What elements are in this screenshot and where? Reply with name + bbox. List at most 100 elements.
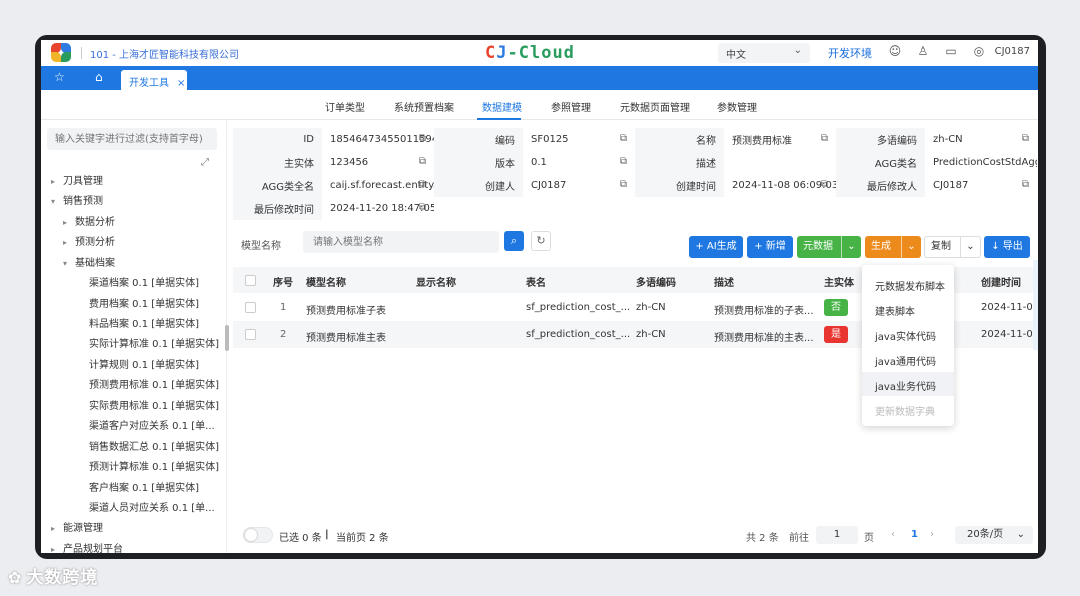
tab-dev-tools[interactable]: 开发工具 × [121,70,187,90]
home-icon[interactable]: ⌂ [95,70,103,84]
copy-icon[interactable]: ⧉ [419,133,426,144]
person-icon[interactable]: ♙ [915,44,931,58]
field-label: 最后修改人 [836,174,925,197]
reset-button[interactable]: ↻ [531,231,551,251]
menu-item-java-common[interactable]: java通用代码 [862,347,954,371]
tree-leaf[interactable]: 预测费用标准 0.1 [单据实体] [89,376,219,391]
tree-item[interactable]: ▸ 预测分析 [63,233,115,248]
page-jump-input[interactable]: 1 [816,526,858,544]
tree-item[interactable]: ▸ 能源管理 [51,519,103,534]
environment-label[interactable]: 开发环境 [828,45,872,61]
menu-item-create-table-script[interactable]: 建表脚本 [862,297,954,321]
select-toggle[interactable] [243,527,273,543]
chevron-down-icon[interactable]: ⌄ [901,236,921,258]
tree-leaf[interactable]: 计算规则 0.1 [单据实体] [89,356,199,371]
field-value-modified-time: 2024-11-20 18:47:05 ⧉ [322,197,434,220]
tree-item[interactable]: ▸ 刀具管理 [51,172,103,187]
model-name-input[interactable] [303,231,499,253]
prev-page-icon[interactable]: ‹ [891,529,895,540]
copy-icon[interactable]: ⧉ [419,202,426,213]
ai-generate-button[interactable]: + AI生成 [689,236,743,258]
tree-leaf[interactable]: 渠道档案 0.1 [单据实体] [89,274,199,289]
menu-item-java-business[interactable]: java业务代码 [862,372,954,396]
star-icon[interactable]: ☆ [54,70,65,84]
menu-item-java-entity[interactable]: java实体代码 [862,322,954,346]
tree-item[interactable]: ▾ 销售预测 [51,192,103,207]
company-name[interactable]: 101 - 上海才匠智能科技有限公司 [90,46,239,61]
top-navigation: 订单类型 系统预置档案 数据建模 参照管理 元数据页面管理 参数管理 [41,90,1038,120]
copy-icon[interactable]: ⧉ [821,133,828,144]
row-index: 1 [280,302,287,313]
copy-icon[interactable]: ⧉ [620,179,627,190]
field-label: 描述 [635,151,724,174]
copy-icon[interactable]: ⧉ [419,179,426,190]
tree-item[interactable]: ▸ 产品规划平台 [51,540,123,553]
sidebar-resize-handle[interactable] [225,325,229,351]
nav-item-data-modeling[interactable]: 数据建模 [482,99,522,114]
tree-leaf[interactable]: 费用档案 0.1 [单据实体] [89,295,199,310]
copy-icon[interactable]: ⧉ [821,179,828,190]
tree-leaf[interactable]: 客户档案 0.1 [单据实体] [89,479,199,494]
column-header: 多语编码 [636,278,676,289]
tree-leaf[interactable]: 料品档案 0.1 [单据实体] [89,315,199,330]
side-helper-panel[interactable] [1033,260,1038,350]
nav-item-reference[interactable]: 参照管理 [551,99,591,114]
select-all-checkbox[interactable] [245,275,256,286]
tree-leaf[interactable]: 预测计算标准 0.1 [单据实体] [89,458,219,473]
field-label: AGG类全名 [233,174,322,197]
tree-leaf[interactable]: 渠道客户对应关系 0.1 [单... [89,417,215,432]
copy-button[interactable]: 复制 ⌄ [924,236,981,258]
column-header: 创建时间 [981,278,1021,289]
row-model-name: 预测费用标准子表 [306,306,386,317]
generate-button[interactable]: 生成 ⌄ [865,236,921,258]
expand-icon[interactable]: ⤢ [201,157,209,168]
copy-icon[interactable]: ⧉ [1022,133,1029,144]
close-icon[interactable]: × [177,78,185,89]
menu-item-metadata-script[interactable]: 元数据发布脚本 [862,272,954,296]
metadata-button[interactable]: 元数据 ⌄ [797,236,861,258]
tree-leaf[interactable]: 实际费用标准 0.1 [单据实体] [89,397,219,412]
row-table-name: sf_prediction_cost_... [526,302,630,313]
avatar-icon[interactable]: ☺ [887,44,903,58]
tree-leaf[interactable]: 渠道人员对应关系 0.1 [单... [89,499,215,514]
next-page-icon[interactable]: › [930,529,934,540]
language-select[interactable]: 中文 ⌄ [718,43,810,63]
field-value-agg-class: PredictionCostStdAggP [925,151,1037,174]
copy-icon[interactable]: ⧉ [620,133,627,144]
add-button[interactable]: + 新增 [747,236,793,258]
main-entity-badge: 是 [824,326,848,343]
chat-icon[interactable]: ◎ [971,44,987,58]
caret-right-icon: ▸ [51,524,56,533]
row-lang-code: zh-CN [636,302,666,313]
row-model-name: 预测费用标准主表 [306,333,386,344]
user-name[interactable]: CJ0187 [995,46,1030,57]
page-number[interactable]: 1 [911,529,918,540]
language-value: 中文 [726,50,746,61]
search-button[interactable]: ⌕ [504,231,524,251]
chevron-down-icon[interactable]: ⌄ [960,237,980,257]
nav-item-parameters[interactable]: 参数管理 [717,99,757,114]
tree-filter-input[interactable] [47,128,217,150]
row-checkbox[interactable] [245,329,256,340]
nav-item-metadata-page[interactable]: 元数据页面管理 [620,99,690,114]
copy-icon[interactable]: ⧉ [620,156,627,167]
copy-icon[interactable]: ⧉ [1022,179,1029,190]
app-window: 101 - 上海才匠智能科技有限公司 CJ-Cloud 中文 ⌄ 开发环境 ☺ … [41,40,1038,553]
tree-leaf[interactable]: 销售数据汇总 0.1 [单据实体] [89,438,219,453]
page-size-select[interactable]: 20条/页 ⌄ [955,526,1033,544]
copy-icon[interactable]: ⧉ [419,156,426,167]
nav-item-system-archive[interactable]: 系统预置档案 [394,99,454,114]
export-button[interactable]: ↓ 导出 [984,236,1030,258]
tree-item[interactable]: ▸ 数据分析 [63,213,115,228]
table-footer: 已选 0 条 | 当前页 2 条 共 2 条 前往 1 页 ‹ 1 › 20条/… [233,523,1038,547]
total-count: 共 2 条 [746,533,779,544]
caret-down-icon: ▾ [51,197,56,206]
row-checkbox[interactable] [245,302,256,313]
tree-leaf[interactable]: 实际计算标准 0.1 [单据实体] [89,335,219,350]
tree-item[interactable]: ▾ 基础档案 [63,254,115,269]
field-value-description [724,151,836,174]
nav-item-order-type[interactable]: 订单类型 [325,99,365,114]
caret-down-icon: ▾ [63,259,68,268]
chevron-down-icon[interactable]: ⌄ [841,236,861,258]
message-icon[interactable]: ▭ [943,44,959,58]
